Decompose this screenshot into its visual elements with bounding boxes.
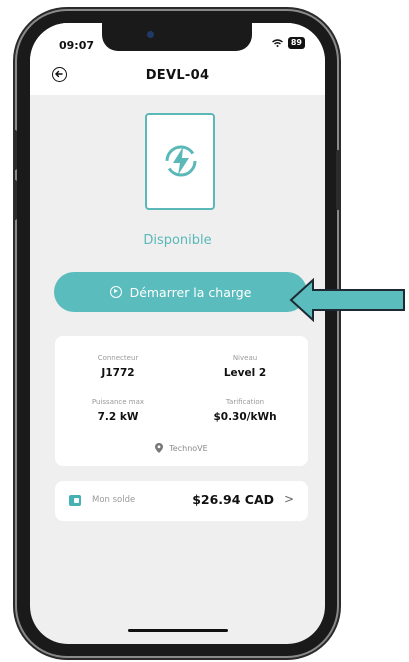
volume-button [13,130,17,170]
location-pin-icon [155,443,164,453]
power-label: Puissance max [91,398,145,406]
operator-location[interactable]: TechnoVE [55,443,308,453]
chevron-right-icon: > [283,492,294,506]
balance-row[interactable]: Mon solde $26.94 CAD > [55,481,308,521]
connector-label: Connecteur [97,354,139,362]
wifi-icon [271,39,283,47]
connector-value: J1772 [101,367,135,379]
notch [102,23,252,51]
power-cell: Puissance max 7.2 kW [55,398,181,423]
level-cell: Niveau Level 2 [182,354,308,379]
home-indicator [128,629,228,632]
pricing-cell: Tarification $0.30/kWh [182,398,308,423]
operator-name: TechnoVE [169,443,208,453]
charger-tile [145,113,215,210]
volume-button [13,180,17,220]
balance-value: $26.94 CAD [192,492,274,507]
balance-label: Mon solde [92,495,136,505]
app-header: DEVL-04 [30,57,325,95]
charger-info-card: Connecteur J1772 Niveau Level 2 Puissanc… [55,336,308,466]
power-value: 7.2 kW [97,411,139,423]
app-screen: 09:07 89 DEVL-04 Disponible Démarrer la … [30,23,325,644]
battery-icon: 89 [287,37,305,49]
wallet-icon [69,495,81,506]
pointer-arrow-icon [289,278,405,322]
pricing-label: Tarification [225,398,265,406]
level-label: Niveau [232,354,258,362]
pricing-value: $0.30/kWh [213,411,277,423]
availability-status: Disponible [143,233,212,248]
page-title: DEVL-04 [145,68,210,83]
status-time: 09:07 [59,39,95,52]
camera-dot [147,31,154,38]
start-charge-label: Démarrer la charge [129,284,252,300]
play-icon [109,286,122,298]
start-charge-button[interactable]: Démarrer la charge [54,272,307,312]
connector-cell: Connecteur J1772 [55,354,181,379]
lightning-icon [165,145,197,177]
status-icons: 89 [271,37,305,49]
level-value: Level 2 [223,367,267,379]
power-button [336,150,340,210]
